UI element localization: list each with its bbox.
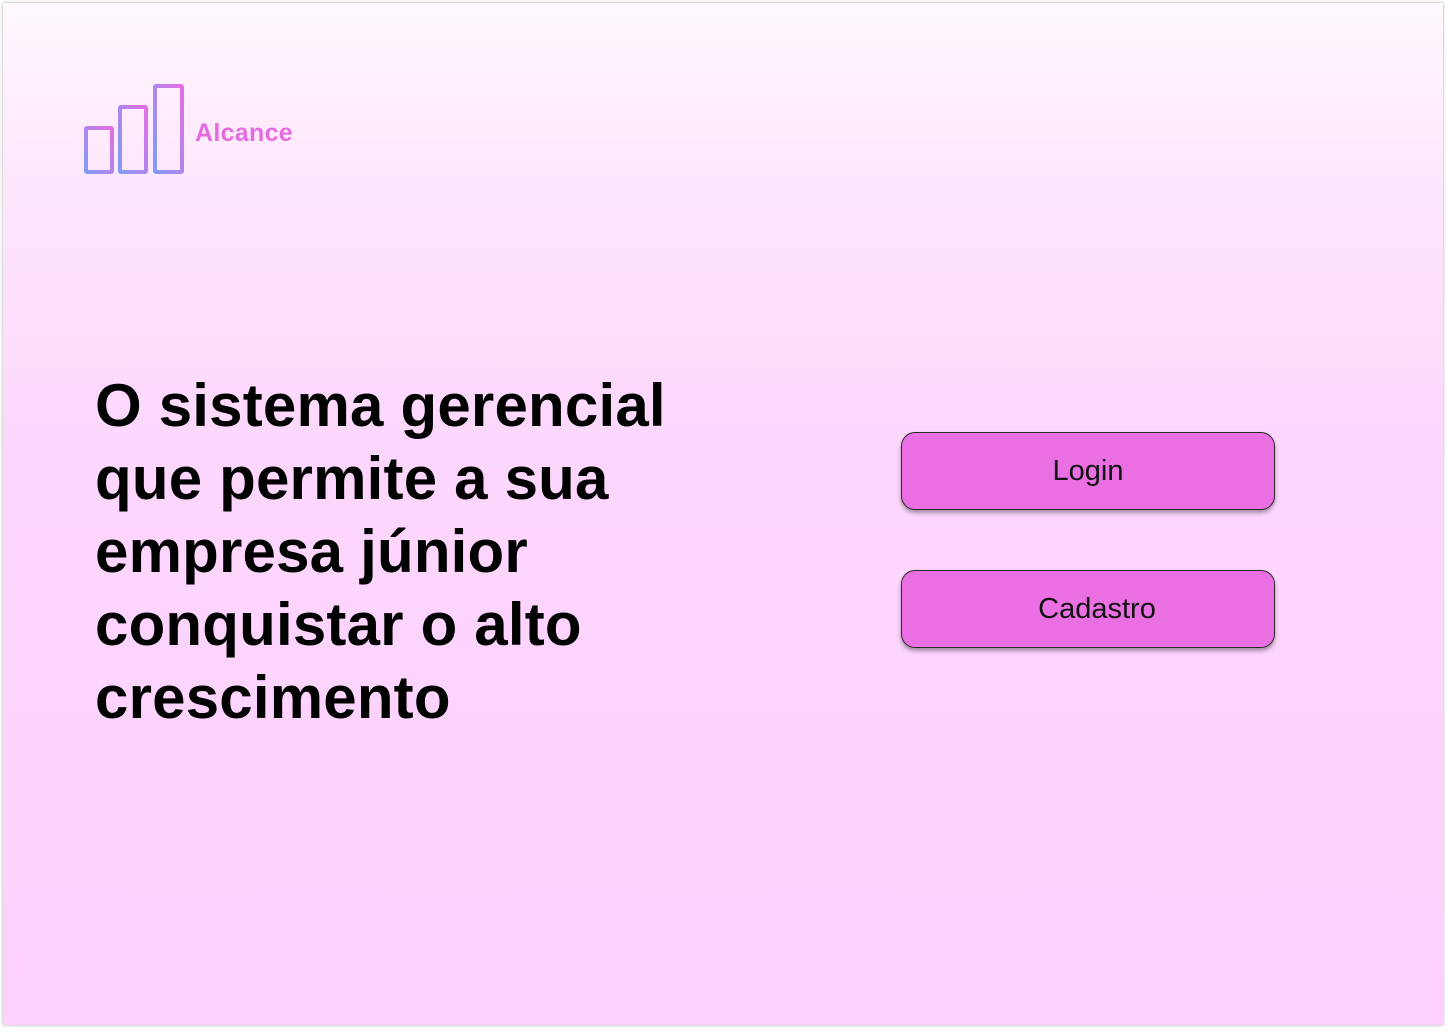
brand-name: Alcance — [195, 119, 293, 147]
bar-chart-logo-icon — [72, 84, 198, 174]
login-button-label: Login — [1052, 454, 1124, 487]
brand-logo: Alcance — [69, 81, 309, 181]
hero-headline: O sistema gerencial que permite a sua em… — [95, 372, 666, 731]
signup-button-label: Cadastro — [1038, 592, 1156, 625]
login-button[interactable]: Login — [901, 432, 1275, 510]
landing-page: Alcance O sistema gerencial que permite … — [3, 3, 1443, 1025]
signup-button[interactable]: Cadastro — [901, 570, 1275, 648]
